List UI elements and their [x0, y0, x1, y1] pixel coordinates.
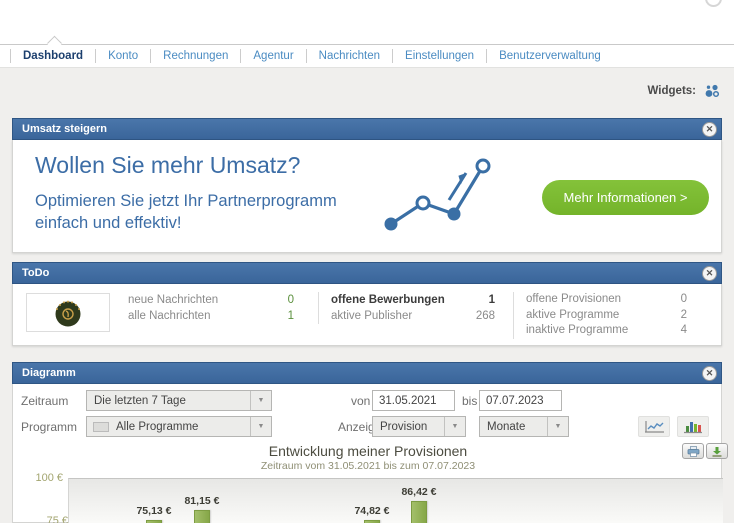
stat-label[interactable]: neue Nachrichten [128, 292, 218, 308]
y-axis-tick-75: 75 € [46, 515, 68, 523]
bar-value-label: 74,82 € [354, 505, 390, 518]
main-nav: Dashboard Konto Rechnungen Agentur Nachr… [0, 44, 734, 68]
program-thumbnail-icon [93, 421, 109, 432]
bar-chart-button[interactable] [677, 416, 709, 437]
zeitraum-select-value: Die letzten 7 Tage [94, 394, 186, 407]
widgets-row: Widgets: [648, 83, 720, 99]
line-chart-icon [645, 420, 664, 433]
bar-value[interactable] [411, 500, 427, 523]
zeitraum-select[interactable]: Die letzten 7 Tage ▼ [86, 390, 272, 411]
stat-value: 0 [680, 293, 687, 305]
bis-date-input[interactable] [479, 390, 562, 411]
todo-stat-row: alle Nachrichten 1 [128, 308, 320, 324]
umsatz-panel-title: Umsatz steigern [22, 123, 107, 135]
todo-programs-column: offene Provisionen 0 aktive Programme 2 … [513, 292, 705, 339]
tab-benutzerverwaltung[interactable]: Benutzerverwaltung [486, 49, 613, 63]
y-axis-tick-100: 100 € [35, 472, 63, 484]
mehr-informationen-button[interactable]: Mehr Informationen > [542, 180, 709, 215]
tab-konto[interactable]: Konto [95, 49, 150, 63]
stat-value: 1 [287, 310, 294, 322]
programm-label: Programm [21, 420, 78, 434]
diagramm-panel-title: Diagramm [22, 367, 76, 379]
von-date-input[interactable] [372, 390, 455, 411]
print-chart-button[interactable] [682, 443, 704, 459]
todo-messages-column: neue Nachrichten 0 alle Nachrichten 1 [128, 292, 320, 324]
umsatz-heading: Wollen Sie mehr Umsatz? [35, 152, 301, 178]
stat-value: 1 [488, 294, 495, 306]
program-logo [26, 293, 110, 332]
todo-publisher-column: offene Bewerbungen 1 aktive Publisher 26… [318, 292, 513, 324]
bar-value[interactable] [194, 509, 210, 523]
stat-value: 268 [475, 310, 495, 322]
stat-label[interactable]: aktive Publisher [331, 308, 412, 324]
tab-agentur[interactable]: Agentur [240, 49, 305, 63]
diagramm-close-icon[interactable]: ✕ [702, 366, 717, 381]
dashboard-page: Dashboard Konto Rechnungen Agentur Nachr… [0, 0, 734, 523]
bar-value-label: 81,15 € [184, 494, 220, 507]
anzeige-select-value: Provision [380, 420, 428, 433]
umsatz-text-line1: Optimieren Sie jetzt Ihr Partnerprogramm [35, 192, 337, 210]
zeitraum-label: Zeitraum [21, 394, 69, 408]
umsatz-text-line2: einfach und effektiv! [35, 214, 182, 232]
download-chart-button[interactable] [706, 443, 728, 459]
programm-select-value: Alle Programme [116, 420, 199, 433]
todo-panel-body: neue Nachrichten 0 alle Nachrichten 1 of… [12, 284, 722, 346]
diagramm-panel-header: Diagramm ✕ [12, 362, 722, 384]
umsatz-panel-header: Umsatz steigern ✕ [12, 118, 722, 140]
printer-icon [687, 445, 699, 457]
stat-value: 2 [680, 308, 687, 321]
umsatz-close-icon[interactable]: ✕ [702, 122, 717, 137]
umsatz-panel-body: Wollen Sie mehr Umsatz? Optimieren Sie j… [12, 140, 722, 253]
stat-label[interactable]: alle Nachrichten [128, 308, 210, 324]
line-chart-button[interactable] [638, 416, 670, 437]
todo-panel-header: ToDo ✕ [12, 262, 722, 284]
programm-select[interactable]: Alle Programme ▼ [86, 416, 272, 437]
stat-label[interactable]: inaktive Programme [526, 323, 628, 339]
tab-dashboard[interactable]: Dashboard [10, 49, 95, 63]
tab-nachrichten[interactable]: Nachrichten [305, 49, 392, 63]
chart-subtitle: Zeitraum vom 31.05.2021 bis zum 07.07.20… [260, 460, 476, 472]
chevron-down-icon[interactable]: ▼ [444, 417, 465, 436]
chevron-down-icon[interactable]: ▼ [250, 391, 271, 410]
download-icon [712, 446, 722, 457]
todo-stat-row: offene Provisionen 0 [526, 292, 705, 308]
chevron-down-icon[interactable]: ▼ [547, 417, 568, 436]
todo-stat-row: aktive Publisher 268 [331, 308, 513, 324]
todo-close-icon[interactable]: ✕ [702, 266, 717, 281]
widgets-config-icon[interactable] [704, 83, 720, 99]
von-label: von [351, 394, 371, 408]
stat-label[interactable]: offene Provisionen [526, 292, 621, 308]
stat-label[interactable]: aktive Programme [526, 308, 619, 324]
bis-label: bis [462, 394, 478, 408]
anzeige-select[interactable]: Provision ▼ [372, 416, 466, 437]
todo-stat-row: inaktive Programme 4 [526, 323, 705, 339]
todo-panel-title: ToDo [22, 267, 50, 279]
interval-select-value: Monate [487, 420, 526, 433]
tab-einstellungen[interactable]: Einstellungen [392, 49, 486, 63]
growth-chart-icon [381, 148, 521, 248]
chevron-down-icon[interactable]: ▼ [250, 417, 271, 436]
chart-title: Entwicklung meiner Provisionen [268, 443, 468, 459]
umsatz-text: Optimieren Sie jetzt Ihr Partnerprogramm… [35, 190, 337, 234]
top-whitespace [0, 0, 734, 44]
interval-select[interactable]: Monate ▼ [479, 416, 569, 437]
bar-chart-icon [684, 421, 702, 433]
tab-rechnungen[interactable]: Rechnungen [150, 49, 240, 63]
stat-value: 0 [287, 294, 294, 306]
stat-value: 4 [680, 324, 687, 336]
todo-stat-row: neue Nachrichten 0 [128, 292, 320, 308]
stat-label[interactable]: offene Bewerbungen [331, 292, 445, 308]
bar-value-label: 86,42 € [401, 485, 437, 498]
todo-stat-row: offene Bewerbungen 1 [331, 292, 513, 308]
widgets-label: Widgets: [647, 85, 696, 97]
todo-stat-row: aktive Programme 2 [526, 308, 705, 324]
